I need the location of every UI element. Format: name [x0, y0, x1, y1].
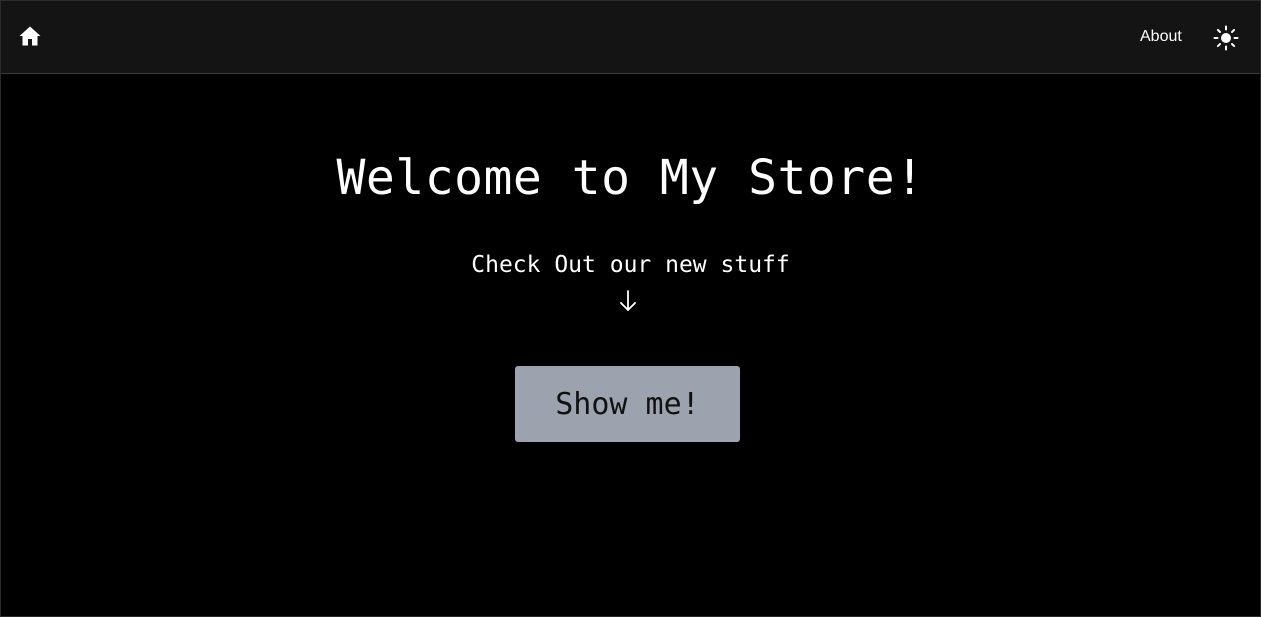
about-link[interactable]: About: [1140, 26, 1182, 48]
sun-icon: [1213, 25, 1239, 51]
page: About Welcome to My Store! Check Out our…: [0, 0, 1261, 617]
show-me-button[interactable]: Show me!: [515, 366, 740, 442]
home-link[interactable]: [17, 23, 43, 49]
theme-toggle-button[interactable]: [1213, 25, 1239, 51]
page-title: Welcome to My Store!: [336, 150, 925, 206]
navbar: About: [1, 1, 1260, 74]
hero-subtitle: Check Out our new stuff: [471, 252, 790, 278]
home-icon: [19, 26, 41, 46]
arrow-down-icon: [617, 288, 639, 314]
